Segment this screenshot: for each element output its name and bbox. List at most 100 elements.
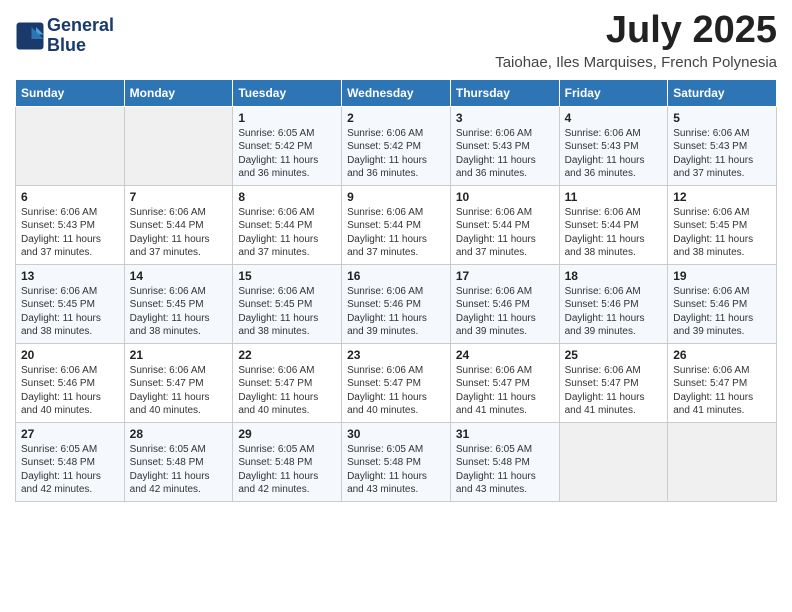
calendar-cell: [16, 106, 125, 185]
day-info: Sunrise: 6:06 AMSunset: 5:46 PMDaylight:…: [347, 285, 445, 339]
days-row: Sunday Monday Tuesday Wednesday Thursday…: [16, 79, 777, 106]
day-info: Sunrise: 6:06 AMSunset: 5:45 PMDaylight:…: [238, 285, 336, 339]
calendar-cell: 15 Sunrise: 6:06 AMSunset: 5:45 PMDayligh…: [233, 264, 342, 343]
calendar-cell: 29 Sunrise: 6:05 AMSunset: 5:48 PMDayligh…: [233, 422, 342, 501]
day-info: Sunrise: 6:06 AMSunset: 5:42 PMDaylight:…: [347, 127, 445, 181]
calendar-cell: 28 Sunrise: 6:05 AMSunset: 5:48 PMDayligh…: [124, 422, 233, 501]
day-info: Sunrise: 6:05 AMSunset: 5:48 PMDaylight:…: [456, 443, 554, 497]
day-info: Sunrise: 6:06 AMSunset: 5:44 PMDaylight:…: [456, 206, 554, 260]
day-info: Sunrise: 6:06 AMSunset: 5:47 PMDaylight:…: [347, 364, 445, 418]
day-info: Sunrise: 6:06 AMSunset: 5:44 PMDaylight:…: [565, 206, 663, 260]
calendar-cell: 4 Sunrise: 6:06 AMSunset: 5:43 PMDaylight…: [559, 106, 668, 185]
logo: General Blue: [15, 16, 114, 56]
logo-text: General Blue: [47, 16, 114, 56]
calendar-cell: [668, 422, 777, 501]
day-number: 29: [238, 427, 336, 441]
day-info: Sunrise: 6:06 AMSunset: 5:45 PMDaylight:…: [130, 285, 228, 339]
calendar-week-2: 6Sunrise: 6:06 AMSunset: 5:43 PMDaylight…: [16, 185, 777, 264]
day-info: Sunrise: 6:05 AMSunset: 5:48 PMDaylight:…: [21, 443, 119, 497]
col-tuesday: Tuesday: [233, 79, 342, 106]
day-info: Sunrise: 6:06 AMSunset: 5:43 PMDaylight:…: [565, 127, 663, 181]
day-number: 21: [130, 348, 228, 362]
day-number: 9: [347, 190, 445, 204]
calendar-cell: 24 Sunrise: 6:06 AMSunset: 5:47 PMDayligh…: [450, 343, 559, 422]
day-info: Sunrise: 6:05 AMSunset: 5:42 PMDaylight:…: [238, 127, 336, 181]
day-info: Sunrise: 6:06 AMSunset: 5:43 PMDaylight:…: [21, 206, 119, 260]
day-number: 17: [456, 269, 554, 283]
day-info: Sunrise: 6:06 AMSunset: 5:46 PMDaylight:…: [673, 285, 771, 339]
logo-line2: Blue: [47, 36, 114, 56]
calendar-cell: 11Sunrise: 6:06 AMSunset: 5:44 PMDayligh…: [559, 185, 668, 264]
day-number: 1: [238, 111, 336, 125]
page-header: General Blue July 2025 Taiohae, Iles Mar…: [15, 10, 777, 71]
calendar-cell: 25 Sunrise: 6:06 AMSunset: 5:47 PMDayligh…: [559, 343, 668, 422]
calendar-cell: 5 Sunrise: 6:06 AMSunset: 5:43 PMDaylight…: [668, 106, 777, 185]
day-info: Sunrise: 6:06 AMSunset: 5:47 PMDaylight:…: [673, 364, 771, 418]
day-info: Sunrise: 6:06 AMSunset: 5:47 PMDaylight:…: [238, 364, 336, 418]
day-number: 23: [347, 348, 445, 362]
day-info: Sunrise: 6:06 AMSunset: 5:47 PMDaylight:…: [565, 364, 663, 418]
calendar-week-1: 1 Sunrise: 6:05 AMSunset: 5:42 PMDaylight…: [16, 106, 777, 185]
day-number: 27: [21, 427, 119, 441]
day-number: 13: [21, 269, 119, 283]
day-number: 18: [565, 269, 663, 283]
day-number: 15: [238, 269, 336, 283]
calendar-cell: [124, 106, 233, 185]
col-sunday: Sunday: [16, 79, 125, 106]
day-info: Sunrise: 6:06 AMSunset: 5:44 PMDaylight:…: [130, 206, 228, 260]
day-info: Sunrise: 6:06 AMSunset: 5:46 PMDaylight:…: [565, 285, 663, 339]
calendar-cell: 26 Sunrise: 6:06 AMSunset: 5:47 PMDayligh…: [668, 343, 777, 422]
calendar-cell: 6Sunrise: 6:06 AMSunset: 5:43 PMDaylight…: [16, 185, 125, 264]
calendar-cell: 14 Sunrise: 6:06 AMSunset: 5:45 PMDayligh…: [124, 264, 233, 343]
calendar-cell: 22 Sunrise: 6:06 AMSunset: 5:47 PMDayligh…: [233, 343, 342, 422]
calendar-cell: 7 Sunrise: 6:06 AMSunset: 5:44 PMDaylight…: [124, 185, 233, 264]
day-number: 24: [456, 348, 554, 362]
day-number: 2: [347, 111, 445, 125]
day-info: Sunrise: 6:06 AMSunset: 5:45 PMDaylight:…: [673, 206, 771, 260]
calendar-cell: 31Sunrise: 6:05 AMSunset: 5:48 PMDayligh…: [450, 422, 559, 501]
day-number: 3: [456, 111, 554, 125]
calendar-week-3: 13 Sunrise: 6:06 AMSunset: 5:45 PMDayligh…: [16, 264, 777, 343]
day-number: 19: [673, 269, 771, 283]
calendar-cell: 12 Sunrise: 6:06 AMSunset: 5:45 PMDayligh…: [668, 185, 777, 264]
calendar-cell: 18 Sunrise: 6:06 AMSunset: 5:46 PMDayligh…: [559, 264, 668, 343]
day-number: 8: [238, 190, 336, 204]
day-info: Sunrise: 6:06 AMSunset: 5:47 PMDaylight:…: [130, 364, 228, 418]
calendar-cell: 10 Sunrise: 6:06 AMSunset: 5:44 PMDayligh…: [450, 185, 559, 264]
day-number: 30: [347, 427, 445, 441]
calendar-cell: 16Sunrise: 6:06 AMSunset: 5:46 PMDayligh…: [342, 264, 451, 343]
day-number: 5: [673, 111, 771, 125]
day-number: 4: [565, 111, 663, 125]
calendar-header: Sunday Monday Tuesday Wednesday Thursday…: [16, 79, 777, 106]
calendar-cell: 23 Sunrise: 6:06 AMSunset: 5:47 PMDayligh…: [342, 343, 451, 422]
day-number: 25: [565, 348, 663, 362]
day-number: 12: [673, 190, 771, 204]
calendar-week-5: 27 Sunrise: 6:05 AMSunset: 5:48 PMDayligh…: [16, 422, 777, 501]
day-number: 22: [238, 348, 336, 362]
day-info: Sunrise: 6:05 AMSunset: 5:48 PMDaylight:…: [130, 443, 228, 497]
location-subtitle: Taiohae, Iles Marquises, French Polynesi…: [495, 54, 777, 71]
calendar-cell: 1 Sunrise: 6:05 AMSunset: 5:42 PMDaylight…: [233, 106, 342, 185]
day-number: 20: [21, 348, 119, 362]
calendar-cell: 27 Sunrise: 6:05 AMSunset: 5:48 PMDayligh…: [16, 422, 125, 501]
day-info: Sunrise: 6:06 AMSunset: 5:45 PMDaylight:…: [21, 285, 119, 339]
day-number: 14: [130, 269, 228, 283]
calendar-cell: [559, 422, 668, 501]
day-number: 28: [130, 427, 228, 441]
day-info: Sunrise: 6:05 AMSunset: 5:48 PMDaylight:…: [238, 443, 336, 497]
day-info: Sunrise: 6:06 AMSunset: 5:43 PMDaylight:…: [673, 127, 771, 181]
day-number: 10: [456, 190, 554, 204]
day-number: 7: [130, 190, 228, 204]
calendar-cell: 20Sunrise: 6:06 AMSunset: 5:46 PMDayligh…: [16, 343, 125, 422]
day-info: Sunrise: 6:06 AMSunset: 5:46 PMDaylight:…: [456, 285, 554, 339]
calendar-cell: 21 Sunrise: 6:06 AMSunset: 5:47 PMDayligh…: [124, 343, 233, 422]
day-info: Sunrise: 6:06 AMSunset: 5:47 PMDaylight:…: [456, 364, 554, 418]
calendar-cell: 19 Sunrise: 6:06 AMSunset: 5:46 PMDayligh…: [668, 264, 777, 343]
col-saturday: Saturday: [668, 79, 777, 106]
logo-line1: General: [47, 16, 114, 36]
calendar-body: 1 Sunrise: 6:05 AMSunset: 5:42 PMDaylight…: [16, 106, 777, 501]
day-number: 26: [673, 348, 771, 362]
calendar-cell: 2 Sunrise: 6:06 AMSunset: 5:42 PMDaylight…: [342, 106, 451, 185]
day-info: Sunrise: 6:06 AMSunset: 5:44 PMDaylight:…: [238, 206, 336, 260]
day-info: Sunrise: 6:06 AMSunset: 5:43 PMDaylight:…: [456, 127, 554, 181]
